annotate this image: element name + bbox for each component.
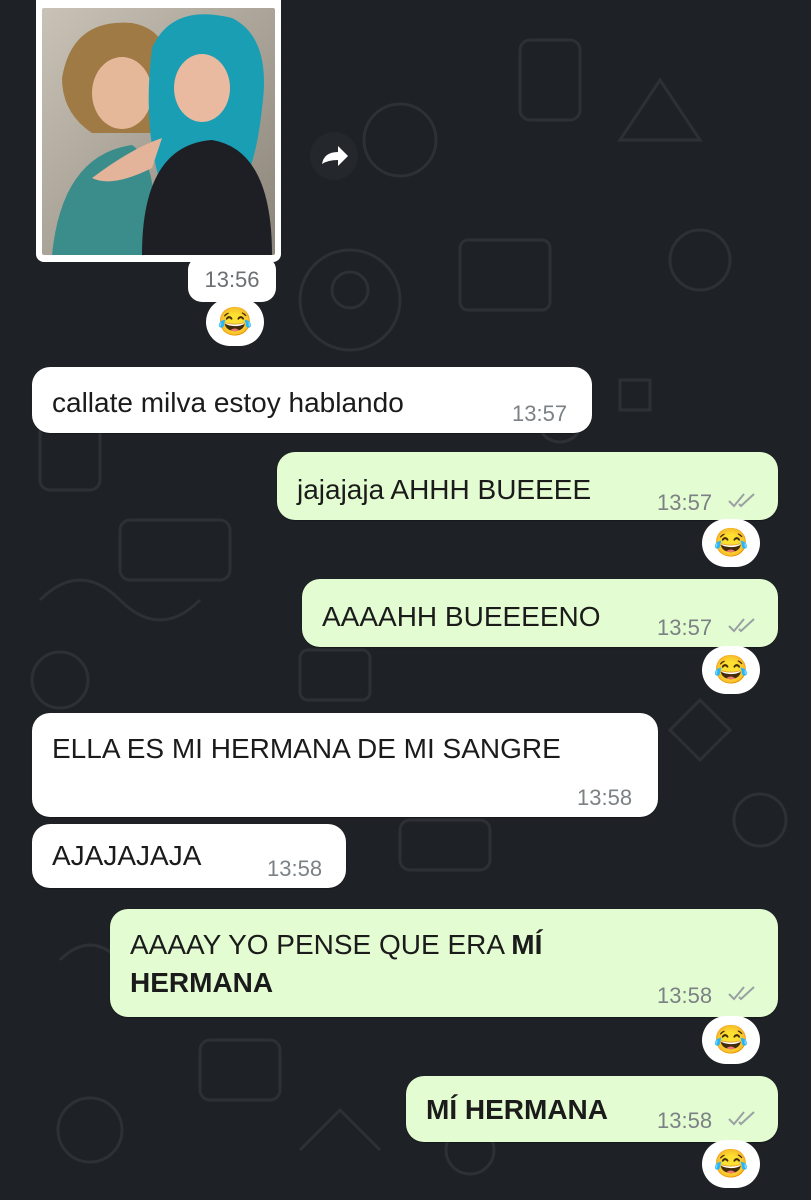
photo-reaction[interactable]: 😂	[206, 298, 264, 346]
message-text: callate milva estoy hablando	[52, 387, 404, 418]
message-time: 13:58	[657, 983, 713, 1008]
message-time: 13:57	[657, 490, 713, 515]
outgoing-message[interactable]: MÍ HERMANA 13:58	[406, 1076, 778, 1142]
double-check-icon	[728, 986, 755, 1001]
message-text: MÍ HERMANA	[426, 1094, 608, 1125]
message-text-bold: MÍ	[511, 929, 543, 960]
incoming-message[interactable]: ELLA ES MI HERMANA DE MI SANGRE 13:58	[32, 713, 658, 817]
incoming-message[interactable]: callate milva estoy hablando 13:57	[32, 367, 592, 433]
incoming-message[interactable]: AJAJAJAJA 13:58	[32, 824, 346, 888]
forward-button[interactable]	[310, 132, 358, 180]
message-reaction[interactable]: 😂	[702, 1016, 760, 1064]
message-text: jajajaja AHHH BUEEEE	[297, 474, 592, 505]
double-check-icon	[728, 493, 755, 508]
double-check-icon	[728, 1111, 755, 1126]
message-text-line-1: AAAAY YO PENSE QUE ERA MÍ	[130, 929, 542, 961]
shared-photo[interactable]	[42, 8, 275, 255]
double-check-icon	[728, 618, 755, 633]
message-reaction[interactable]: 😂	[702, 1140, 760, 1188]
outgoing-message[interactable]: AAAAY YO PENSE QUE ERA MÍ HERMANA 13:58	[110, 909, 778, 1017]
message-text: ELLA ES MI HERMANA DE MI SANGRE	[52, 733, 561, 764]
message-text: AJAJAJAJA	[52, 840, 202, 871]
message-text-line-2: HERMANA	[130, 967, 274, 998]
message-time: 13:58	[577, 785, 633, 810]
outgoing-message[interactable]: jajajaja AHHH BUEEEE 13:57	[277, 452, 778, 520]
outgoing-message[interactable]: AAAAHH BUEEEENO 13:57	[302, 579, 778, 647]
message-time: 13:58	[657, 1108, 713, 1133]
message-time: 13:57	[512, 401, 568, 426]
message-reaction[interactable]: 😂	[702, 646, 760, 694]
message-time: 13:58	[267, 856, 323, 881]
message-time: 13:57	[657, 615, 713, 640]
forward-icon	[322, 146, 348, 166]
photo-timestamp: 13:56	[188, 256, 276, 302]
message-text-regular: AAAAY YO PENSE QUE ERA	[130, 929, 512, 960]
message-text: AAAAHH BUEEEENO	[322, 601, 601, 632]
message-reaction[interactable]: 😂	[702, 519, 760, 567]
